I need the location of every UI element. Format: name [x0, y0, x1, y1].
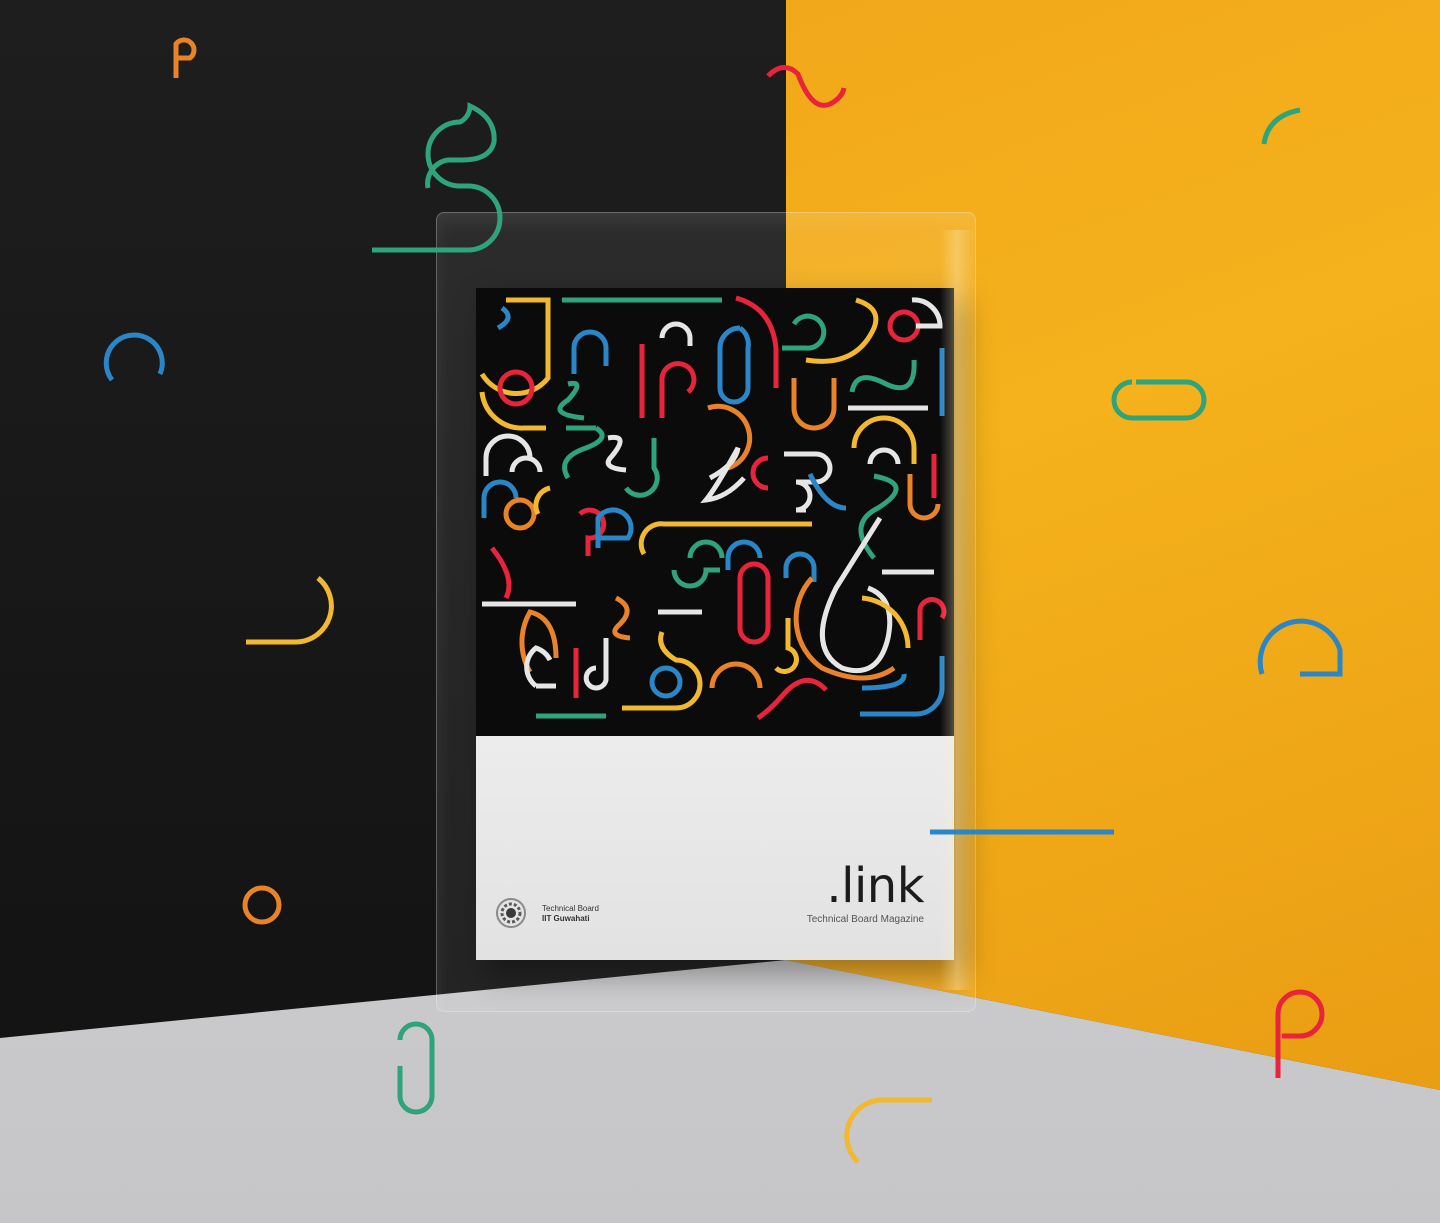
- floating-yellow-hook: [246, 576, 334, 645]
- floating-blue-arch: [103, 332, 165, 382]
- floating-red-wave: [766, 65, 847, 108]
- floating-green-clip: [397, 1021, 435, 1115]
- product-mockup-scene: Technical Board IIT Guwahati .link Techn…: [0, 0, 1440, 1223]
- floating-green-capsule: [1111, 379, 1207, 421]
- floating-orange-p: [173, 37, 197, 78]
- floating-red-p: [1275, 989, 1325, 1078]
- floating-orange-ring: [242, 885, 282, 925]
- floating-teal-arc: [1261, 107, 1301, 145]
- floating-shapes: [103, 37, 1343, 1164]
- floating-green-squiggle: [372, 102, 503, 253]
- floating-yellow-arc: [844, 1097, 932, 1164]
- floating-blue-dome: [1257, 618, 1343, 677]
